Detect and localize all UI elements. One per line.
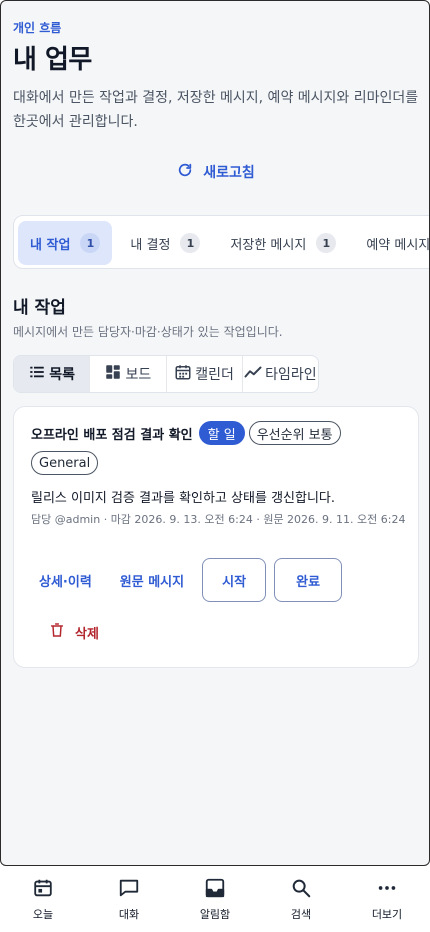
tab-label: 내 작업 [30, 237, 71, 253]
view-list[interactable]: 목록 [14, 356, 91, 392]
tab-count-badge: 1 [180, 233, 201, 253]
calendar-icon [32, 877, 54, 902]
app-frame: 개인 흐름 내 업무 대화에서 만든 작업과 결정, 저장한 메시지, 예약 메… [0, 0, 430, 866]
view-board[interactable]: 보드 [90, 356, 167, 392]
trash-icon [49, 622, 65, 642]
tab-scheduled-messages[interactable]: 예약 메시지 [354, 221, 430, 265]
delete-label: 삭제 [75, 626, 99, 642]
nav-label: 대화 [118, 907, 140, 921]
refresh-label: 새로고침 [203, 165, 255, 181]
timeline-icon [244, 363, 262, 385]
delete-button[interactable]: 삭제 [49, 619, 99, 645]
search-icon [290, 877, 312, 902]
tab-my-decisions[interactable]: 내 결정 1 [118, 221, 212, 265]
chat-icon [118, 877, 140, 902]
tab-count-badge: 1 [316, 233, 337, 253]
task-title[interactable]: 오프라인 배포 점검 결과 확인 [31, 424, 193, 443]
calendar-icon [174, 363, 192, 385]
nav-label: 더보기 [371, 907, 403, 921]
view-label: 보드 [125, 367, 152, 383]
list-icon [28, 363, 46, 385]
refresh-button[interactable]: 새로고침 [1, 159, 429, 185]
page-description: 대화에서 만든 작업과 결정, 저장한 메시지, 예약 메시지와 리마인더를 한… [13, 90, 419, 130]
nav-label: 검색 [290, 907, 312, 921]
page-title: 내 업무 [13, 45, 92, 75]
nav-label: 알림함 [199, 907, 231, 921]
board-icon [104, 363, 122, 385]
view-label: 캘린더 [195, 367, 234, 383]
complete-button[interactable]: 완료 [274, 558, 343, 602]
view-label: 타임라인 [265, 367, 317, 383]
page-eyebrow: 개인 흐름 [13, 21, 62, 35]
task-meta: 담당 @admin · 마감 2026. 9. 13. 오전 6:24 · 원문… [31, 513, 406, 526]
task-description: 릴리스 이미지 검증 결과를 확인하고 상태를 갱신합니다. [31, 491, 336, 506]
tab-label: 예약 메시지 [366, 237, 430, 253]
tab-label: 저장한 메시지 [230, 237, 307, 253]
section-title: 내 작업 [13, 298, 66, 318]
nav-today[interactable]: 오늘 [0, 877, 86, 922]
tab-label: 내 결정 [130, 237, 171, 253]
tab-saved-messages[interactable]: 저장한 메시지 1 [218, 221, 348, 265]
view-calendar[interactable]: 캘린더 [167, 356, 243, 392]
nav-search[interactable]: 검색 [258, 877, 344, 922]
channel-badge: General [31, 451, 99, 475]
source-message-button[interactable]: 원문 메시지 [110, 558, 194, 602]
priority-badge: 우선순위 보통 [248, 421, 341, 445]
nav-more[interactable]: 더보기 [344, 877, 430, 922]
more-icon [376, 877, 398, 902]
nav-label: 오늘 [32, 907, 54, 921]
view-switcher: 목록 보드 캘린더 타임라인 [13, 355, 319, 393]
detail-history-button[interactable]: 상세·이력 [29, 558, 102, 602]
status-badge: 할 일 [198, 421, 245, 445]
bottom-nav: 오늘 대화 알림함 검색 더보기 [0, 866, 430, 932]
tab-count-badge: 1 [80, 233, 101, 253]
view-label: 목록 [49, 367, 75, 383]
section-description: 메시지에서 만든 담당자·마감·상태가 있는 작업입니다. [13, 325, 283, 339]
view-timeline[interactable]: 타임라인 [243, 356, 318, 392]
nav-chat[interactable]: 대화 [86, 877, 172, 922]
tab-my-tasks[interactable]: 내 작업 1 [18, 221, 113, 265]
task-card: 오프라인 배포 점검 결과 확인 할 일 우선순위 보통 General 릴리스… [13, 406, 419, 668]
inbox-icon [204, 877, 226, 902]
nav-inbox[interactable]: 알림함 [172, 877, 258, 922]
category-tabs: 내 작업 1 내 결정 1 저장한 메시지 1 예약 메시지 [13, 215, 430, 269]
refresh-icon [177, 162, 193, 182]
start-button[interactable]: 시작 [202, 558, 267, 602]
